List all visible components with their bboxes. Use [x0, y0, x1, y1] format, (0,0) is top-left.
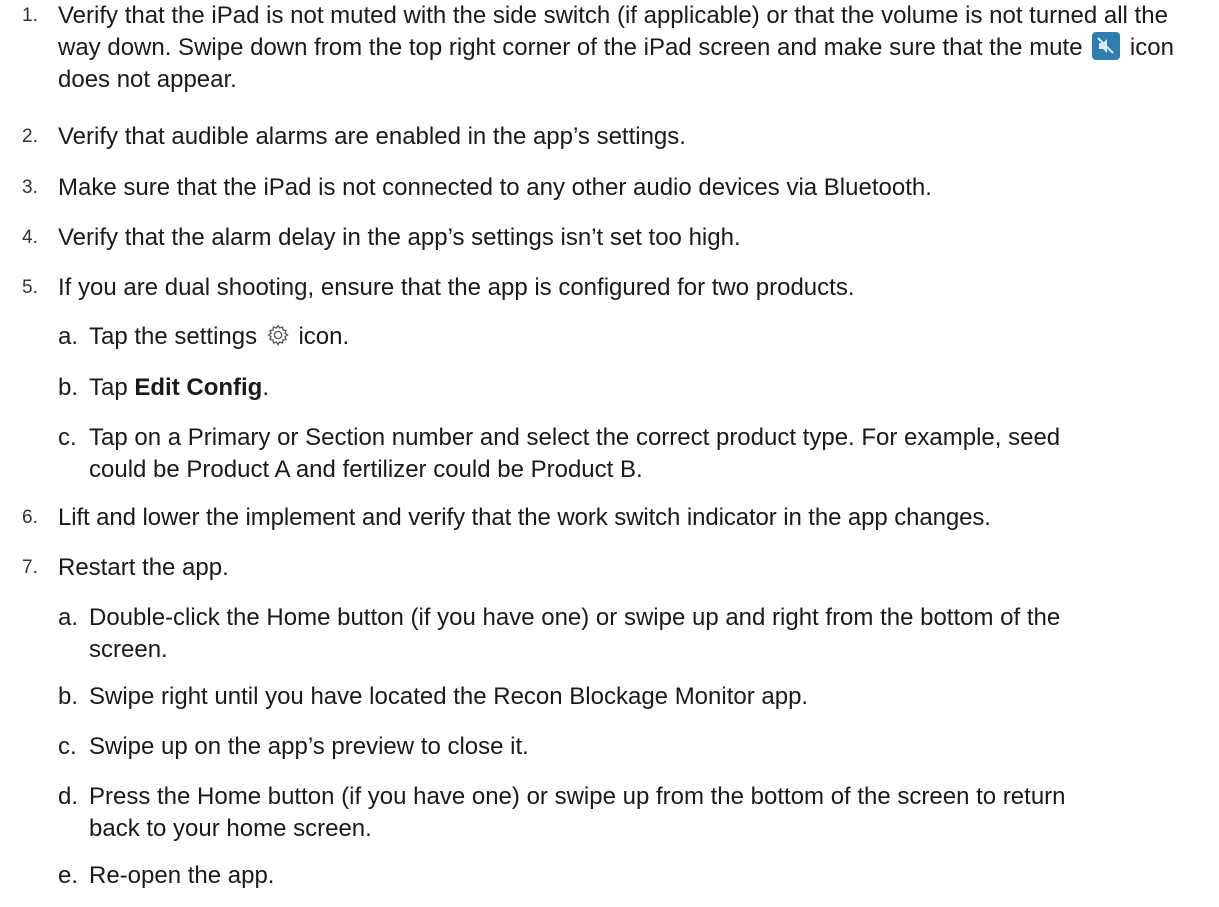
step-number: 3. [22, 177, 38, 198]
substep-text: Re-open the app. [89, 862, 275, 889]
step-number: 5. [22, 277, 38, 298]
substep-text-part: . [262, 374, 270, 401]
step-number: 7. [22, 557, 38, 578]
substep-text: Press the Home button (if you have one) … [89, 783, 1066, 842]
step-text: Make sure that the iPad is not connected… [58, 174, 932, 201]
substep-text: Tap on a Primary or Section number and s… [89, 424, 1061, 483]
step-text: Verify that the iPad is not muted with t… [58, 0, 1208, 96]
substep-letter: a. [58, 323, 79, 350]
substep-letter: b. [58, 374, 79, 401]
substep-text: Double-click the Home button (if you hav… [89, 604, 1061, 663]
step-number: 2. [22, 126, 38, 147]
substep-letter: b. [58, 683, 79, 710]
substep-text-part: Tap the settings [89, 323, 258, 350]
step-number: 4. [22, 227, 38, 248]
step-text: Restart the app. [58, 554, 229, 581]
substep-letter: e. [58, 862, 79, 889]
substep-letter: c. [58, 424, 77, 451]
substep-text-part: Tap [89, 374, 128, 401]
substep-letter: a. [58, 604, 79, 631]
substep-text: Tap the settings icon. [89, 321, 1209, 353]
substep-letter: c. [58, 733, 77, 760]
edit-config-label: Edit Config [134, 374, 263, 401]
substep-text-part: icon. [298, 323, 350, 350]
mute-speaker-icon [1092, 32, 1121, 60]
gear-icon [267, 324, 289, 346]
step-text: If you are dual shooting, ensure that th… [58, 274, 855, 301]
substep-letter: d. [58, 783, 79, 810]
substep-text: Tap Edit Config. [89, 372, 1209, 404]
step-text-part: Verify that the iPad is not muted with t… [58, 2, 1168, 61]
step-text: Verify that audible alarms are enabled i… [58, 123, 686, 150]
step-text: Verify that the alarm delay in the app’s… [58, 224, 741, 251]
step-number: 6. [22, 507, 38, 528]
step-number: 1. [22, 5, 38, 26]
step-text: Lift and lower the implement and verify … [58, 504, 991, 531]
substep-text: Swipe up on the app’s preview to close i… [89, 733, 529, 760]
substep-text: Swipe right until you have located the R… [89, 683, 809, 710]
